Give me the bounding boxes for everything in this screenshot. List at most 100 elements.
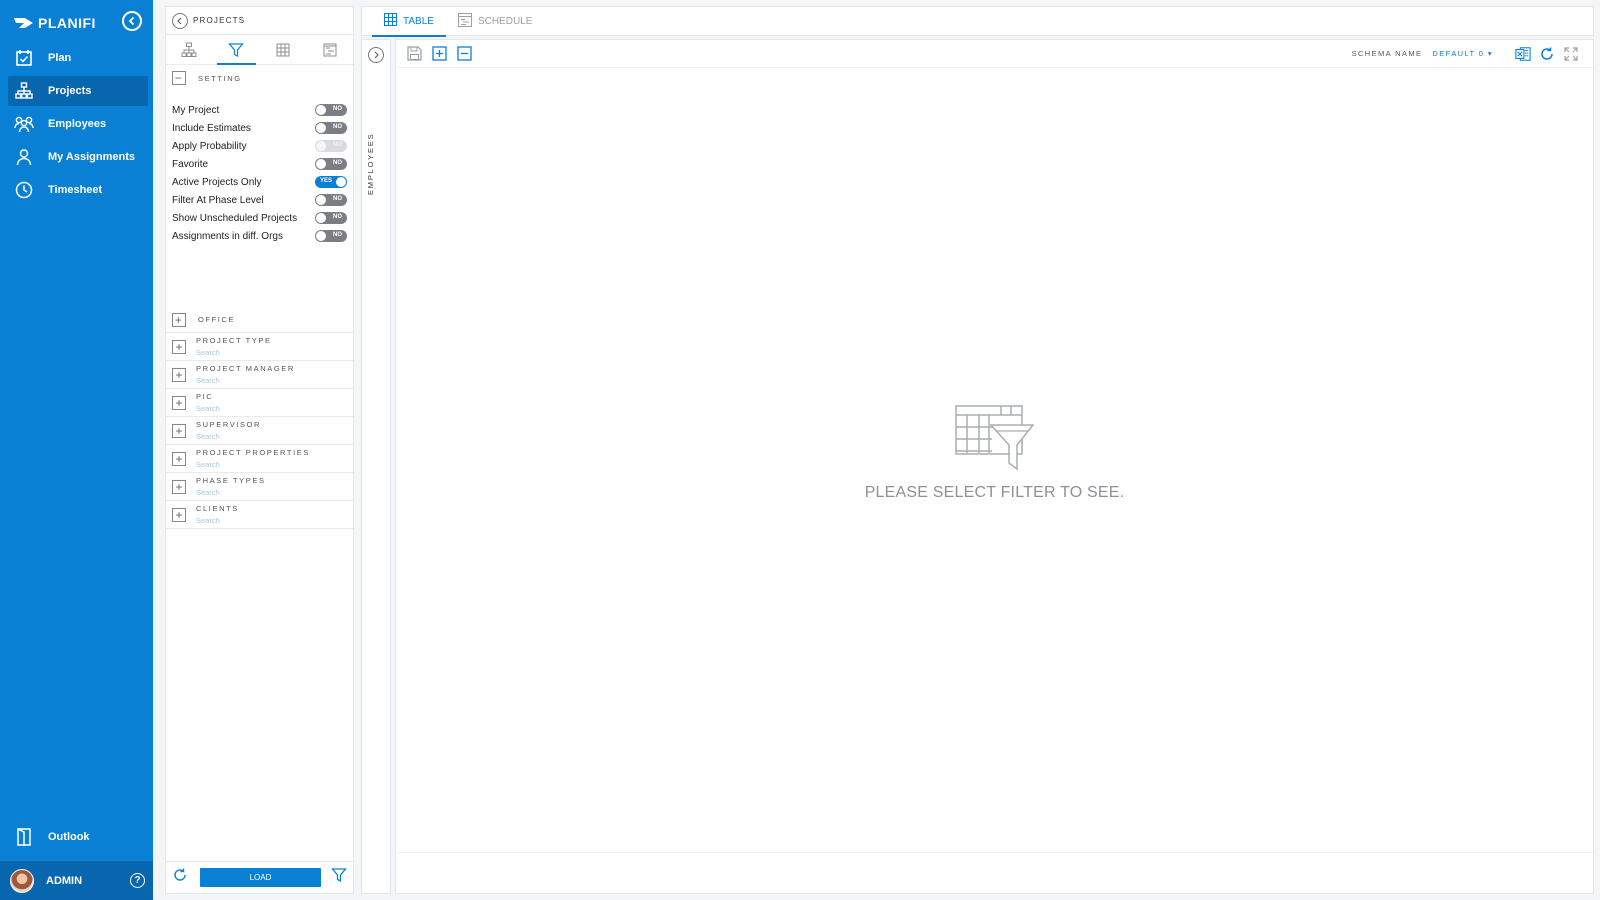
excel-export-icon[interactable]: [1515, 46, 1531, 62]
expand-icon[interactable]: +: [172, 423, 186, 438]
expand-icon[interactable]: +: [172, 339, 186, 354]
clock-icon: [14, 180, 34, 200]
nav-item-my-assignments[interactable]: My Assignments: [8, 142, 148, 172]
nav-item-label: Outlook: [48, 831, 90, 843]
filter-panel-header: PROJECTS: [166, 7, 353, 35]
apply-probability-toggle[interactable]: NO: [315, 140, 347, 152]
expand-all-icon[interactable]: [431, 46, 447, 62]
collapse-icon[interactable]: −: [172, 71, 186, 85]
save-icon[interactable]: [406, 46, 422, 62]
group-search-input[interactable]: Search: [196, 432, 261, 441]
toggle-row-include-estimates: Include Estimates NO: [166, 119, 353, 137]
filter-group-clients[interactable]: + CLIENTS Search: [166, 501, 353, 529]
nav-item-outlook[interactable]: Outlook: [8, 822, 148, 852]
collapse-all-icon[interactable]: [456, 46, 472, 62]
favorite-toggle[interactable]: NO: [315, 158, 347, 170]
toggle-row-my-project: My Project NO: [166, 101, 353, 119]
refresh-icon[interactable]: [1539, 46, 1555, 62]
toggle-label: My Project: [172, 104, 220, 116]
view-tabs: TABLE SCHEDULE: [361, 6, 1594, 37]
fullscreen-icon[interactable]: [1563, 46, 1579, 62]
nav-item-projects[interactable]: Projects: [8, 76, 148, 106]
filter-group-project-type[interactable]: + PROJECT TYPE Search: [166, 333, 353, 361]
schema-dropdown[interactable]: DEFAULT 0 ▾: [1432, 49, 1493, 58]
filter-icon: [228, 42, 244, 57]
group-title: PHASE TYPES: [196, 476, 266, 485]
schema-label: SCHEMA NAME: [1351, 49, 1423, 58]
back-button[interactable]: [172, 12, 188, 29]
filter-at-phase-level-toggle[interactable]: NO: [315, 194, 347, 206]
tab-schedule[interactable]: [306, 35, 353, 64]
group-search-input[interactable]: Search: [196, 460, 310, 469]
expand-icon[interactable]: +: [172, 395, 186, 410]
setting-label: SETTING: [198, 73, 242, 83]
tab-schedule-view[interactable]: SCHEDULE: [446, 6, 544, 36]
toggle-row-assignments-diff-orgs: Assignments in diff. Orgs NO: [166, 227, 353, 245]
brand-logo[interactable]: PLANIFI: [14, 12, 96, 34]
employees-rail: EMPLOYEES: [361, 39, 391, 894]
expand-icon[interactable]: +: [172, 479, 186, 494]
assignments-diff-orgs-toggle[interactable]: NO: [315, 230, 347, 242]
nav-item-label: Projects: [48, 85, 92, 97]
nav-item-label: Timesheet: [48, 184, 103, 196]
office-section-header[interactable]: + OFFICE: [166, 307, 353, 333]
filter-group-pic[interactable]: + PIC Search: [166, 389, 353, 417]
nav-item-label: Employees: [48, 118, 107, 130]
empty-state-message: PLEASE SELECT FILTER TO SEE.: [864, 484, 1125, 501]
nav-item-plan[interactable]: Plan: [8, 43, 148, 73]
active-projects-only-toggle[interactable]: YES: [315, 176, 347, 188]
group-title: CLIENTS: [196, 504, 239, 513]
group-search-input[interactable]: Search: [196, 376, 295, 385]
main-content: SCHEMA NAME DEFAULT 0 ▾ PLEASE SELECT FI…: [395, 39, 1594, 894]
toggle-row-filter-at-phase-level: Filter At Phase Level NO: [166, 191, 353, 209]
employees-rail-label[interactable]: EMPLOYEES: [366, 115, 375, 195]
tab-table[interactable]: [260, 35, 307, 64]
group-title: PROJECT PROPERTIES: [196, 448, 310, 457]
tab-hierarchy[interactable]: [166, 35, 213, 64]
my-project-toggle[interactable]: NO: [315, 104, 347, 116]
filter-panel-footer: LOAD: [166, 861, 353, 893]
planifi-logo-icon: [14, 18, 33, 28]
person-icon: [14, 147, 34, 167]
chevron-left-icon: [177, 17, 182, 24]
tab-label: SCHEDULE: [477, 15, 533, 27]
show-unscheduled-projects-toggle[interactable]: NO: [315, 212, 347, 224]
include-estimates-toggle[interactable]: NO: [315, 122, 347, 134]
tab-table-view[interactable]: TABLE: [372, 6, 446, 37]
collapse-sidebar-button[interactable]: [122, 11, 142, 31]
settings-toggles: My Project NO Include Estimates NO Apply…: [166, 101, 353, 245]
filter-group-supervisor[interactable]: + SUPERVISOR Search: [166, 417, 353, 445]
main-sidebar: PLANIFI Plan Projects Employees My Assig…: [0, 0, 153, 900]
expand-icon[interactable]: +: [172, 451, 186, 466]
nav-item-timesheet[interactable]: Timesheet: [8, 175, 148, 205]
toggle-label: Active Projects Only: [172, 176, 262, 188]
help-icon[interactable]: ?: [130, 873, 145, 888]
reset-icon[interactable]: [172, 867, 188, 888]
load-button[interactable]: LOAD: [200, 868, 321, 887]
schema-selector: SCHEMA NAME DEFAULT 0 ▾: [1352, 49, 1493, 58]
chevron-right-icon: [374, 51, 379, 59]
filter-group-project-properties[interactable]: + PROJECT PROPERTIES Search: [166, 445, 353, 473]
calendar-check-icon: [14, 48, 34, 68]
expand-employees-button[interactable]: [368, 47, 384, 63]
nav-item-employees[interactable]: Employees: [8, 109, 148, 139]
filter-group-project-manager[interactable]: + PROJECT MANAGER Search: [166, 361, 353, 389]
group-search-input[interactable]: Search: [196, 348, 272, 357]
expand-icon[interactable]: +: [172, 507, 186, 522]
avatar[interactable]: [10, 868, 34, 893]
group-search-input[interactable]: Search: [196, 404, 220, 413]
tab-filter[interactable]: [213, 35, 260, 65]
nav-item-label: Plan: [48, 52, 72, 64]
group-search-input[interactable]: Search: [196, 488, 266, 497]
expand-icon[interactable]: +: [172, 312, 186, 327]
nav-item-label: My Assignments: [48, 151, 136, 163]
group-search-input[interactable]: Search: [196, 516, 239, 525]
user-profile[interactable]: ADMIN ?: [0, 861, 153, 900]
filter-group-phase-types[interactable]: + PHASE TYPES Search: [166, 473, 353, 501]
brand-name: PLANIFI: [38, 15, 96, 31]
setting-section-header[interactable]: − SETTING: [166, 67, 353, 89]
filter-icon[interactable]: [331, 867, 347, 888]
group-title: PIC: [196, 392, 214, 401]
toggle-label: Assignments in diff. Orgs: [172, 230, 283, 242]
expand-icon[interactable]: +: [172, 367, 186, 382]
